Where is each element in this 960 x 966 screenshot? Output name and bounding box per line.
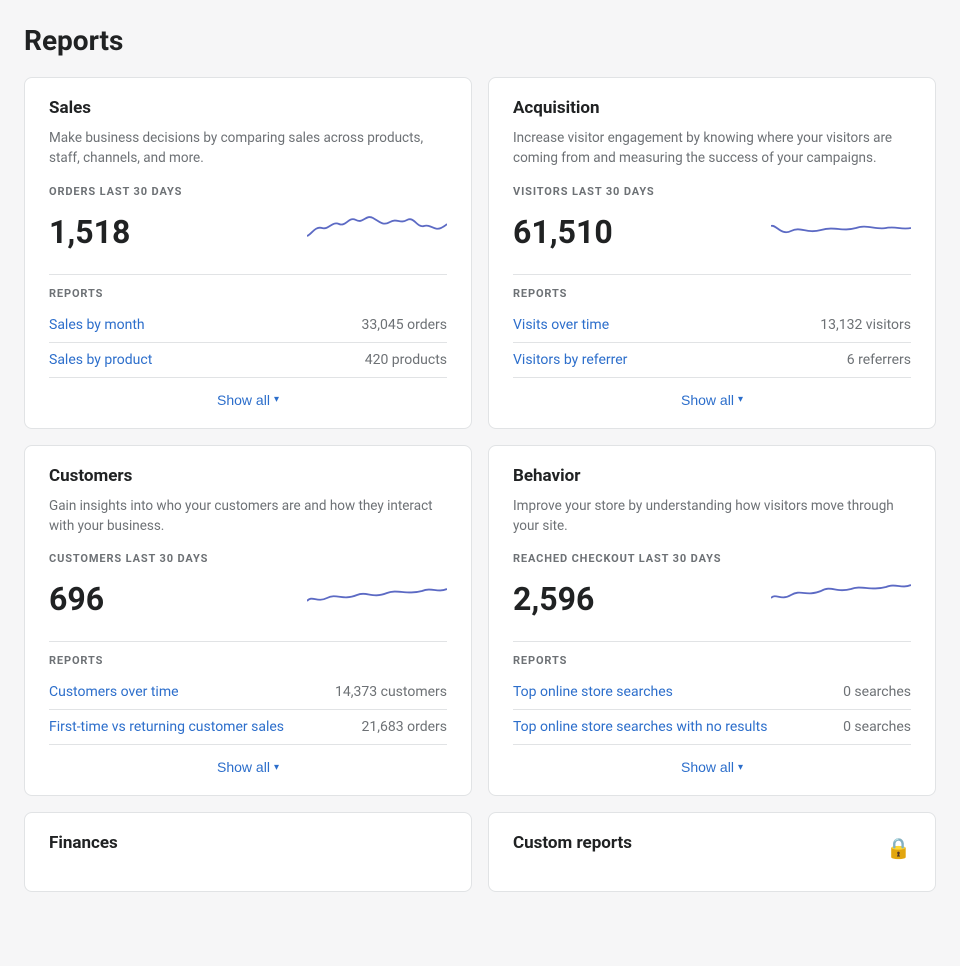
report-count-customers-1: 21,683 orders <box>362 719 447 735</box>
report-count-behavior-0: 0 searches <box>843 684 911 700</box>
metric-value-behavior: 2,596 <box>513 580 594 618</box>
metric-row-sales: 1,518 <box>49 206 447 258</box>
metric-label-sales: ORDERS LAST 30 DAYS <box>49 185 447 198</box>
metric-value-customers: 696 <box>49 580 104 618</box>
report-link-sales-1[interactable]: Sales by product <box>49 352 152 368</box>
card-title-finances: Finances <box>49 833 118 853</box>
report-link-customers-1[interactable]: First-time vs returning customer sales <box>49 719 284 735</box>
report-item-acquisition-1: Visitors by referrer 6 referrers <box>513 343 911 378</box>
metric-value-acquisition: 61,510 <box>513 213 613 251</box>
show-all-label-acquisition: Show all <box>681 392 734 408</box>
report-link-behavior-1[interactable]: Top online store searches with no result… <box>513 719 767 735</box>
report-count-sales-0: 33,045 orders <box>362 317 447 333</box>
show-all-button-behavior[interactable]: Show all ▾ <box>681 759 743 775</box>
show-all-label-customers: Show all <box>217 759 270 775</box>
chevron-down-icon-customers: ▾ <box>274 762 279 773</box>
report-item-sales-1: Sales by product 420 products <box>49 343 447 378</box>
report-item-customers-0: Customers over time 14,373 customers <box>49 675 447 710</box>
reports-label-behavior: REPORTS <box>513 641 911 667</box>
report-link-acquisition-0[interactable]: Visits over time <box>513 317 609 333</box>
card-desc-customers: Gain insights into who your customers ar… <box>49 496 447 537</box>
show-all-row-acquisition: Show all ▾ <box>513 378 911 408</box>
show-all-row-sales: Show all ▾ <box>49 378 447 408</box>
card-desc-sales: Make business decisions by comparing sal… <box>49 128 447 169</box>
report-link-customers-0[interactable]: Customers over time <box>49 684 179 700</box>
report-item-customers-1: First-time vs returning customer sales 2… <box>49 710 447 745</box>
metric-value-sales: 1,518 <box>49 213 130 251</box>
card-title-behavior: Behavior <box>513 466 911 486</box>
metric-label-customers: CUSTOMERS LAST 30 DAYS <box>49 552 447 565</box>
reports-label-sales: REPORTS <box>49 274 447 300</box>
chevron-down-icon-behavior: ▾ <box>738 762 743 773</box>
show-all-label-behavior: Show all <box>681 759 734 775</box>
report-count-acquisition-0: 13,132 visitors <box>820 317 911 333</box>
card-custom_reports: Custom reports 🔒 <box>488 812 936 892</box>
lock-icon: 🔒 <box>886 836 911 860</box>
metric-row-acquisition: 61,510 <box>513 206 911 258</box>
show-all-row-customers: Show all ▾ <box>49 745 447 775</box>
report-count-sales-1: 420 products <box>365 352 447 368</box>
card-customers: Customers Gain insights into who your cu… <box>24 445 472 797</box>
reports-label-acquisition: REPORTS <box>513 274 911 300</box>
metric-row-customers: 696 <box>49 573 447 625</box>
report-item-behavior-1: Top online store searches with no result… <box>513 710 911 745</box>
report-item-behavior-0: Top online store searches 0 searches <box>513 675 911 710</box>
card-title-acquisition: Acquisition <box>513 98 911 118</box>
report-link-sales-0[interactable]: Sales by month <box>49 317 145 333</box>
metric-label-acquisition: VISITORS LAST 30 DAYS <box>513 185 911 198</box>
show-all-button-sales[interactable]: Show all ▾ <box>217 392 279 408</box>
report-item-sales-0: Sales by month 33,045 orders <box>49 308 447 343</box>
sparkline-customers <box>307 573 447 625</box>
show-all-label-sales: Show all <box>217 392 270 408</box>
report-count-customers-0: 14,373 customers <box>335 684 447 700</box>
sparkline-sales <box>307 206 447 258</box>
card-behavior: Behavior Improve your store by understan… <box>488 445 936 797</box>
sparkline-behavior <box>771 573 911 625</box>
card-sales: Sales Make business decisions by compari… <box>24 77 472 429</box>
card-title-custom_reports: Custom reports <box>513 833 632 853</box>
report-link-behavior-0[interactable]: Top online store searches <box>513 684 673 700</box>
show-all-row-behavior: Show all ▾ <box>513 745 911 775</box>
show-all-button-customers[interactable]: Show all ▾ <box>217 759 279 775</box>
page-title: Reports <box>24 24 936 57</box>
report-link-acquisition-1[interactable]: Visitors by referrer <box>513 352 627 368</box>
reports-label-customers: REPORTS <box>49 641 447 667</box>
metric-label-behavior: REACHED CHECKOUT LAST 30 DAYS <box>513 552 911 565</box>
card-acquisition: Acquisition Increase visitor engagement … <box>488 77 936 429</box>
card-desc-behavior: Improve your store by understanding how … <box>513 496 911 537</box>
chevron-down-icon-sales: ▾ <box>274 394 279 405</box>
card-finances: Finances <box>24 812 472 892</box>
metric-row-behavior: 2,596 <box>513 573 911 625</box>
cards-grid: Sales Make business decisions by compari… <box>24 77 936 796</box>
sparkline-acquisition <box>771 206 911 258</box>
report-count-acquisition-1: 6 referrers <box>847 352 911 368</box>
card-desc-acquisition: Increase visitor engagement by knowing w… <box>513 128 911 169</box>
card-title-sales: Sales <box>49 98 447 118</box>
report-count-behavior-1: 0 searches <box>843 719 911 735</box>
report-item-acquisition-0: Visits over time 13,132 visitors <box>513 308 911 343</box>
show-all-button-acquisition[interactable]: Show all ▾ <box>681 392 743 408</box>
chevron-down-icon-acquisition: ▾ <box>738 394 743 405</box>
bottom-cards-grid: Finances Custom reports 🔒 <box>24 812 936 892</box>
card-title-customers: Customers <box>49 466 447 486</box>
